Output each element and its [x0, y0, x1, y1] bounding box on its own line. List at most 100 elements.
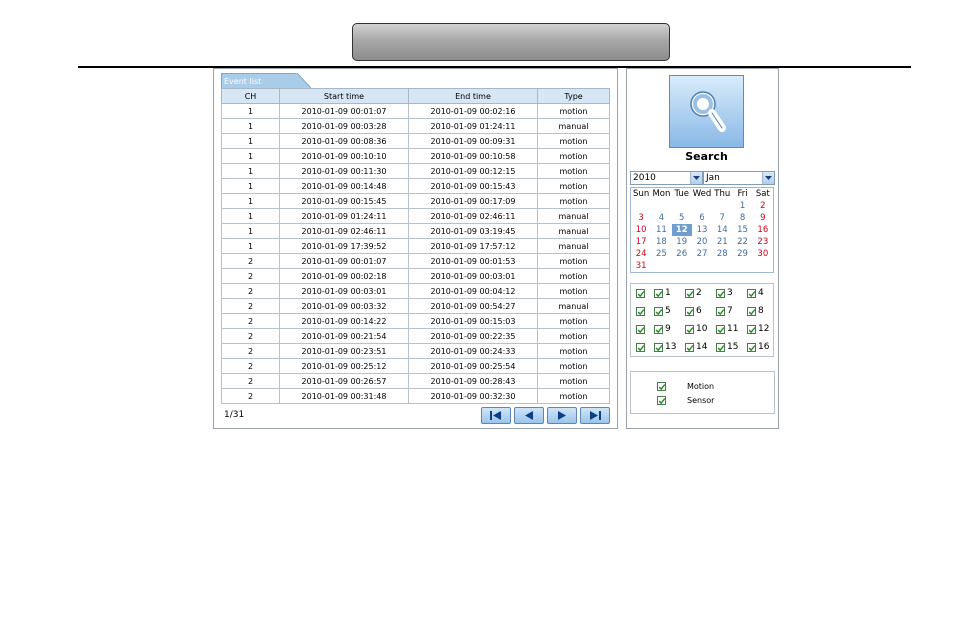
- calendar-day[interactable]: 10: [631, 224, 651, 236]
- tab-event-list[interactable]: Event list: [221, 73, 297, 88]
- table-row[interactable]: 1 2010-01-09 00:08:36 2010-01-09 00:09:31 m…: [221, 133, 610, 149]
- first-page-button[interactable]: [481, 407, 511, 424]
- checkmark-icon: [655, 345, 663, 352]
- table-row[interactable]: 1 2010-01-09 00:14:48 2010-01-09 00:15:43 m…: [221, 178, 610, 194]
- chevron-down-icon: [762, 172, 774, 184]
- calendar-day[interactable]: 8: [732, 212, 752, 224]
- table-row[interactable]: 2 2010-01-09 00:26:57 2010-01-09 00:28:43 m…: [221, 373, 610, 389]
- table-row[interactable]: 2 2010-01-09 00:21:54 2010-01-09 00:22:35 m…: [221, 328, 610, 344]
- prev-page-button[interactable]: [514, 407, 544, 424]
- calendar-day[interactable]: 13: [692, 224, 712, 236]
- calendar-day[interactable]: 19: [672, 236, 692, 248]
- weekday-label: Sat: [755, 189, 770, 199]
- channel-checkbox[interactable]: [747, 307, 756, 316]
- cell-type: manual: [537, 118, 610, 134]
- calendar-day[interactable]: 12: [671, 224, 692, 236]
- row-select-all-checkbox[interactable]: [636, 343, 645, 352]
- calendar-day[interactable]: 6: [692, 212, 712, 224]
- table-row[interactable]: 2 2010-01-09 00:25:12 2010-01-09 00:25:54 m…: [221, 358, 610, 374]
- row-select-all-checkbox[interactable]: [636, 325, 645, 334]
- calendar-day[interactable]: 23: [753, 236, 773, 248]
- channel-checkbox[interactable]: [716, 289, 725, 298]
- table-row[interactable]: 1 2010-01-09 00:03:28 2010-01-09 01:24:11 m…: [221, 118, 610, 134]
- event-type-checkbox[interactable]: [657, 396, 666, 405]
- cell-end-time: 2010-01-09 17:57:12: [408, 238, 538, 254]
- table-row[interactable]: 2 2010-01-09 00:02:18 2010-01-09 00:03:01 m…: [221, 268, 610, 284]
- table-row[interactable]: 1 2010-01-09 01:24:11 2010-01-09 02:46:11 m…: [221, 208, 610, 224]
- calendar-day[interactable]: 2: [753, 200, 773, 212]
- table-row[interactable]: 1 2010-01-09 00:01:07 2010-01-09 00:02:16 m…: [221, 103, 610, 119]
- calendar-day[interactable]: 24: [631, 248, 651, 260]
- last-page-button[interactable]: [580, 407, 610, 424]
- calendar-day[interactable]: 7: [712, 212, 732, 224]
- channel-checkbox[interactable]: [654, 325, 663, 334]
- calendar-day[interactable]: 28: [712, 248, 732, 260]
- cell-ch: 2: [221, 253, 280, 269]
- calendar-day[interactable]: 16: [753, 224, 773, 236]
- table-row[interactable]: 1 2010-01-09 00:15:45 2010-01-09 00:17:09 m…: [221, 193, 610, 209]
- channel-checkbox[interactable]: [716, 325, 725, 334]
- channel-checkbox[interactable]: [747, 325, 756, 334]
- calendar-day[interactable]: 4: [651, 212, 671, 224]
- channel-checkbox[interactable]: [654, 307, 663, 316]
- channel-checkbox[interactable]: [747, 343, 756, 352]
- column-header-end-time[interactable]: End time: [408, 88, 538, 104]
- calendar-day[interactable]: 9: [753, 212, 773, 224]
- calendar-day[interactable]: 5: [672, 212, 692, 224]
- calendar-day[interactable]: 17: [631, 236, 651, 248]
- table-row[interactable]: 2 2010-01-09 00:14:22 2010-01-09 00:15:03 m…: [221, 313, 610, 329]
- channel-checkbox[interactable]: [654, 343, 663, 352]
- cell-type: motion: [537, 133, 610, 149]
- table-row[interactable]: 1 2010-01-09 00:10:10 2010-01-09 00:10:58 m…: [221, 148, 610, 164]
- table-row[interactable]: 2 2010-01-09 00:03:32 2010-01-09 00:54:27 m…: [221, 298, 610, 314]
- channel-checkbox[interactable]: [716, 307, 725, 316]
- channel-checkbox[interactable]: [716, 343, 725, 352]
- table-row[interactable]: 2 2010-01-09 00:01:07 2010-01-09 00:01:53 m…: [221, 253, 610, 269]
- cell-end-time: 2010-01-09 03:19:45: [408, 223, 538, 239]
- calendar-day[interactable]: 25: [651, 248, 671, 260]
- channel-checkbox[interactable]: [654, 289, 663, 298]
- table-row[interactable]: 2 2010-01-09 00:03:01 2010-01-09 00:04:12 m…: [221, 283, 610, 299]
- table-row[interactable]: 2 2010-01-09 00:23:51 2010-01-09 00:24:33 m…: [221, 343, 610, 359]
- channel-label: 1: [665, 288, 671, 298]
- calendar-day[interactable]: 30: [753, 248, 773, 260]
- table-row[interactable]: 1 2010-01-09 00:11:30 2010-01-09 00:12:15 m…: [221, 163, 610, 179]
- channel-checkbox[interactable]: [685, 343, 694, 352]
- calendar-day[interactable]: 18: [651, 236, 671, 248]
- channel-checkbox[interactable]: [685, 307, 694, 316]
- calendar-day[interactable]: 26: [672, 248, 692, 260]
- year-select[interactable]: 2010: [630, 171, 703, 185]
- column-header-type[interactable]: Type: [537, 88, 610, 104]
- event-type-checkbox[interactable]: [657, 382, 666, 391]
- table-row[interactable]: 1 2010-01-09 17:39:52 2010-01-09 17:57:12 m…: [221, 238, 610, 254]
- column-header-start-time[interactable]: Start time: [279, 88, 409, 104]
- calendar-day[interactable]: 1: [732, 200, 752, 212]
- column-header-ch[interactable]: CH: [221, 88, 280, 104]
- calendar-day[interactable]: 29: [732, 248, 752, 260]
- channel-checkbox[interactable]: [685, 325, 694, 334]
- month-select[interactable]: Jan: [703, 171, 775, 185]
- row-select-all-checkbox[interactable]: [636, 289, 645, 298]
- calendar-day[interactable]: 14: [712, 224, 732, 236]
- event-table: CH Start time End time Type 1 2010-01-09 …: [221, 88, 610, 404]
- calendar-day[interactable]: 3: [631, 212, 651, 224]
- calendar-day[interactable]: 11: [651, 224, 671, 236]
- channel-label: 14: [696, 342, 708, 352]
- chevron-down-icon: [690, 172, 702, 184]
- table-row[interactable]: 2 2010-01-09 00:31:48 2010-01-09 00:32:30 m…: [221, 388, 610, 404]
- calendar-day[interactable]: 15: [732, 224, 752, 236]
- calendar-day[interactable]: 27: [692, 248, 712, 260]
- channel-label: 6: [696, 306, 702, 316]
- row-select-all-checkbox[interactable]: [636, 307, 645, 316]
- next-page-button[interactable]: [547, 407, 577, 424]
- channel-checkbox[interactable]: [747, 289, 756, 298]
- calendar-day[interactable]: 22: [732, 236, 752, 248]
- calendar-day[interactable]: 21: [712, 236, 732, 248]
- channel-checkbox[interactable]: [685, 289, 694, 298]
- search-button[interactable]: [669, 75, 744, 148]
- calendar-day[interactable]: 31: [631, 260, 651, 272]
- table-row[interactable]: 1 2010-01-09 02:46:11 2010-01-09 03:19:45 m…: [221, 223, 610, 239]
- cell-ch: 1: [221, 148, 280, 164]
- calendar-day[interactable]: 20: [692, 236, 712, 248]
- cell-ch: 2: [221, 268, 280, 284]
